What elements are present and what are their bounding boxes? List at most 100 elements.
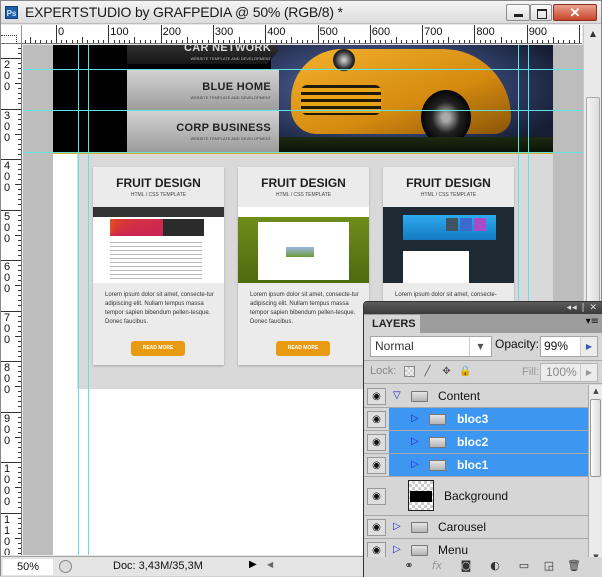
ruler-tick <box>15 537 21 539</box>
lock-position-move-icon[interactable]: ✥ <box>441 366 452 377</box>
ruler-tick <box>113 40 115 43</box>
layer-row-content[interactable]: ◉ ▽ Content <box>364 385 588 408</box>
zoom-level-field[interactable]: 50% <box>3 559 53 575</box>
eye-visibility-icon[interactable]: ◉ <box>367 388 386 405</box>
adjustment-icon[interactable]: ◐ <box>488 559 502 573</box>
layer-row-background[interactable]: ◉ Background <box>364 477 588 516</box>
panel-header[interactable]: ◂◂ | ✕ <box>364 302 602 314</box>
ruler-tick <box>108 25 110 43</box>
horizontal-ruler[interactable]: 0 100 200 300 400 500 600 700 800 900 1000 <box>22 25 582 44</box>
ruler-tick <box>144 40 146 43</box>
tab-layers[interactable]: LAYERS <box>364 315 420 333</box>
ruler-tick <box>531 40 533 43</box>
card-subtitle: HTML / CSS TEMPLATE <box>130 192 187 198</box>
fx-icon[interactable]: fx <box>430 559 444 573</box>
eye-visibility-icon[interactable]: ◉ <box>367 434 386 451</box>
new-group-icon[interactable]: ▭ <box>517 559 531 573</box>
ruler-tick <box>239 37 241 43</box>
ruler-tick <box>35 40 37 43</box>
expand-right-triangle-icon[interactable]: ▷ <box>393 543 401 557</box>
ruler-label: 1000 <box>581 26 582 38</box>
opacity-label: Opacity: <box>495 337 540 351</box>
lock-row: Lock: ╱ ✥ 🔒 Fill: 100% ▶ <box>364 360 602 384</box>
layer-row-bloc2[interactable]: ◉ ▷ bloc2 <box>364 431 588 454</box>
expand-right-triangle-icon[interactable]: ▷ <box>411 458 419 472</box>
grass-shape <box>271 137 553 152</box>
fill-field[interactable]: 100% ▶ <box>540 363 598 382</box>
status-info-icon[interactable] <box>59 560 72 573</box>
guide-vertical[interactable] <box>88 45 89 555</box>
ruler-tick <box>129 40 131 43</box>
card-title: FRUIT DESIGN <box>261 176 346 190</box>
ruler-origin[interactable] <box>1 25 22 44</box>
title-bar[interactable]: Ps EXPERTSTUDIO by GRAFPEDIA @ 50% (RGB/… <box>1 1 601 24</box>
scroll-left-icon[interactable]: ◀ <box>267 560 273 569</box>
ruler-tick <box>18 118 21 120</box>
trash-icon[interactable]: 🗑 <box>567 559 581 573</box>
guide-vertical[interactable] <box>78 45 79 555</box>
expand-right-triangle-icon[interactable]: ▷ <box>393 520 401 534</box>
opacity-field[interactable]: 99% ▶ <box>540 336 598 357</box>
ruler-tick <box>552 37 554 43</box>
eye-visibility-icon[interactable]: ◉ <box>367 411 386 428</box>
minimize-button[interactable] <box>506 4 530 21</box>
eye-visibility-icon[interactable]: ◉ <box>367 519 386 536</box>
expand-down-triangle-icon[interactable]: ▽ <box>393 389 401 403</box>
scroll-up-icon[interactable]: ▲ <box>584 25 602 43</box>
guide-horizontal[interactable] <box>23 110 583 111</box>
guide-horizontal[interactable] <box>23 69 583 70</box>
layers-scrollbar[interactable]: ▲ ▼ <box>588 385 602 563</box>
layers-scrollbar-thumb[interactable] <box>590 399 601 477</box>
ruler-label: 1000 <box>4 463 11 508</box>
ruler-tick <box>103 40 105 43</box>
layer-row-bloc3[interactable]: ◉ ▷ bloc3 <box>364 408 588 431</box>
layer-row-carousel[interactable]: ◉ ▷ Carousel <box>364 516 588 539</box>
scroll-up-icon[interactable]: ▲ <box>589 387 602 395</box>
layer-row-bloc1[interactable]: ◉ ▷ bloc1 <box>364 454 588 477</box>
ruler-tick <box>18 492 21 494</box>
guide-horizontal[interactable] <box>23 152 583 153</box>
card-text: Lorem ipsum dolor sit amet, consecte-tur… <box>105 292 214 325</box>
ruler-tick <box>18 396 21 398</box>
eye-visibility-icon[interactable]: ◉ <box>367 488 386 505</box>
lock-all-padlock-icon[interactable]: 🔒 <box>459 366 471 377</box>
ruler-tick <box>542 40 544 43</box>
ruler-tick <box>150 40 152 43</box>
lock-pixels-brush-icon[interactable]: ╱ <box>422 366 433 377</box>
ruler-tick <box>265 25 267 43</box>
layer-name: bloc1 <box>457 458 489 472</box>
status-menu-arrow-icon[interactable]: ▶ <box>249 559 257 570</box>
lock-transparency-icon[interactable] <box>404 366 415 377</box>
ruler-tick <box>18 507 21 509</box>
ruler-tick <box>474 25 476 43</box>
expand-right-triangle-icon[interactable]: ▷ <box>411 412 419 426</box>
close-panel-icon[interactable]: ✕ <box>589 303 598 313</box>
eye-visibility-icon[interactable]: ◉ <box>367 457 386 474</box>
expand-right-triangle-icon[interactable]: ▷ <box>411 435 419 449</box>
panel-menu-icon[interactable]: ▾≡ <box>586 316 599 327</box>
fill-slider-arrow-icon[interactable]: ▶ <box>580 364 597 381</box>
ruler-tick <box>18 320 21 322</box>
new-layer-icon[interactable]: ◲ <box>542 559 556 573</box>
blend-mode-select[interactable]: Normal ▼ <box>370 336 492 357</box>
ruler-tick <box>18 47 21 49</box>
close-button[interactable]: ✕ <box>553 4 597 21</box>
ruler-tick <box>18 391 21 393</box>
ruler-tick <box>197 40 199 43</box>
ruler-tick <box>18 477 21 479</box>
link-icon[interactable]: ⚭ <box>402 559 416 573</box>
ruler-tick <box>15 83 21 85</box>
collapse-panel-icon[interactable]: ◂◂ <box>567 303 578 313</box>
opacity-slider-arrow-icon[interactable]: ▶ <box>580 337 597 356</box>
mask-icon[interactable]: ◙ <box>459 559 473 573</box>
ruler-label: 700 <box>4 311 11 346</box>
ruler-tick <box>18 204 21 206</box>
ruler-label: 100 <box>110 26 129 38</box>
maximize-button[interactable] <box>530 4 552 21</box>
ruler-tick <box>71 40 73 43</box>
ruler-label: 600 <box>371 26 391 38</box>
document-size-info: Doc: 3,43M/35,3M <box>113 560 203 572</box>
ruler-tick <box>537 40 539 43</box>
ruler-label: 400 <box>4 160 11 194</box>
vertical-ruler[interactable]: 200 300 400 500 600 700 800 900 1000 1100 <box>1 44 22 555</box>
